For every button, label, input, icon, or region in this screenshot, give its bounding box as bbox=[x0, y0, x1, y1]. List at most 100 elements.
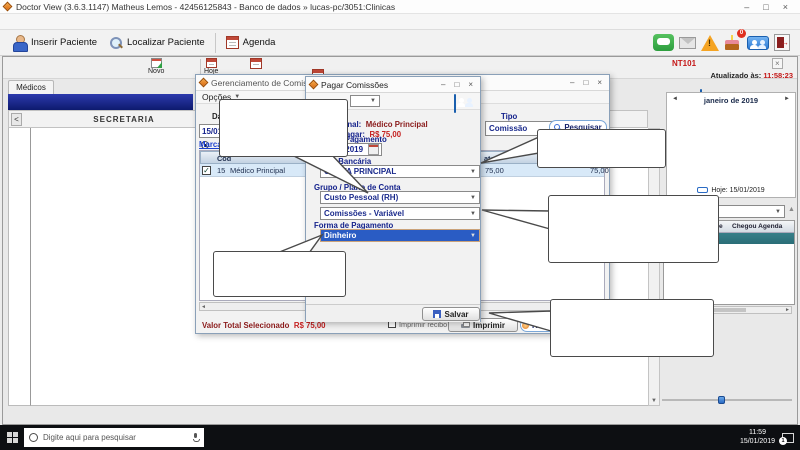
bottom-tabs bbox=[8, 407, 788, 421]
microphone-icon[interactable] bbox=[193, 433, 197, 442]
warning-icon[interactable] bbox=[701, 35, 719, 51]
inserir-paciente-button[interactable]: Inserir Paciente bbox=[6, 33, 103, 53]
patient-icon bbox=[12, 35, 27, 51]
minimize-icon[interactable]: – bbox=[744, 0, 749, 14]
printer-icon bbox=[461, 322, 470, 329]
calendar-view-icon[interactable] bbox=[250, 58, 262, 69]
maximize-icon[interactable]: □ bbox=[583, 78, 588, 87]
calendar-icon bbox=[206, 58, 217, 68]
conta-bancaria-select[interactable]: CONTA PRINCIPAL ▼ bbox=[320, 165, 480, 178]
agenda-vertical-scrollbar[interactable]: ▲ ▼ bbox=[648, 128, 660, 406]
grupo-plano-value: Custo Pessoal (RH) bbox=[324, 193, 398, 202]
doctor-view-app-icon bbox=[3, 2, 13, 12]
maximize-icon[interactable]: □ bbox=[454, 80, 459, 89]
calendar-title: janeiro de 2019 bbox=[667, 96, 795, 105]
tab-medicos[interactable]: Médicos bbox=[8, 80, 54, 94]
clock-time: 11:59 bbox=[749, 429, 766, 436]
coin-icon bbox=[522, 322, 529, 329]
birthday-badge: 0 bbox=[737, 29, 746, 38]
slider-thumb[interactable] bbox=[718, 396, 725, 404]
minimize-icon[interactable]: – bbox=[570, 78, 574, 87]
chevron-down-icon: ▼ bbox=[470, 169, 476, 175]
callout-tipo-despesa bbox=[548, 195, 719, 263]
mdi-close-icon[interactable]: × bbox=[772, 58, 783, 69]
room-code: NT101 bbox=[672, 59, 696, 68]
save-icon bbox=[433, 310, 441, 318]
minimize-icon[interactable]: – bbox=[441, 80, 445, 89]
hoje-button[interactable]: Hoje bbox=[204, 58, 218, 75]
agenda-label: Agenda bbox=[243, 37, 276, 48]
total-value: R$ 75,00 bbox=[294, 321, 326, 330]
chevron-down-icon: ▼ bbox=[470, 195, 476, 201]
tipo-value: Comissão bbox=[489, 124, 527, 133]
header-fragment: e bbox=[719, 223, 723, 230]
novo-label: Novo bbox=[148, 68, 164, 75]
column-valor-1[interactable]: ato bbox=[484, 154, 495, 163]
callout-forma-pagamento bbox=[213, 251, 346, 297]
system-tray: 11:59 15/01/2019 1 bbox=[733, 429, 800, 446]
date-picker-icon[interactable] bbox=[368, 144, 379, 155]
app-title: Doctor View (3.6.3.1147) Matheus Lemos -… bbox=[16, 2, 395, 12]
scroll-right-icon[interactable]: ► bbox=[785, 307, 790, 313]
contacts-icon[interactable] bbox=[454, 94, 456, 113]
main-toolbar: Inserir Paciente Localizar Paciente Agen… bbox=[0, 30, 800, 56]
zoom-slider[interactable] bbox=[662, 396, 792, 404]
column-title: SECRETARIA bbox=[49, 115, 199, 124]
forma-pagamento-select[interactable]: Dinheiro▼ bbox=[320, 229, 480, 242]
salvar-button[interactable]: Salvar bbox=[422, 307, 480, 321]
chevron-down-icon: ▼ bbox=[775, 209, 781, 215]
total-label: Valor Total Selecionado bbox=[202, 321, 289, 330]
taskbar-clock[interactable]: 11:59 15/01/2019 bbox=[740, 429, 775, 446]
slider-track bbox=[662, 399, 792, 401]
dialog-footer: Salvar bbox=[306, 304, 480, 322]
start-button[interactable] bbox=[0, 425, 24, 450]
calendar-next-icon[interactable]: ► bbox=[784, 96, 790, 102]
callout-conta-bancaria bbox=[537, 129, 666, 168]
dialog-icon bbox=[309, 80, 319, 90]
close-icon[interactable]: × bbox=[783, 0, 788, 14]
close-icon[interactable]: × bbox=[468, 80, 473, 89]
chevron-down-icon: ▼ bbox=[470, 233, 476, 239]
row-cod: 15 bbox=[217, 166, 225, 175]
contacts-icon[interactable] bbox=[747, 36, 769, 50]
options-select[interactable]: ▼ bbox=[350, 95, 380, 107]
dialog-titlebar[interactable]: Pagar Comissões – □ × bbox=[306, 77, 480, 93]
row-checkbox[interactable]: ✓ bbox=[202, 166, 211, 175]
scroll-down-icon[interactable]: ▼ bbox=[651, 398, 657, 404]
search-placeholder: Digite aqui para pesquisar bbox=[43, 433, 188, 442]
salvar-label: Salvar bbox=[444, 310, 468, 319]
close-icon[interactable]: × bbox=[597, 78, 602, 87]
grupo-plano-select[interactable]: Custo Pessoal (RH) ▼ bbox=[320, 191, 480, 204]
scroll-left-icon[interactable]: ◄ bbox=[201, 304, 206, 310]
tipo-despesa-select[interactable]: Comissões - Variável▼ bbox=[320, 207, 480, 220]
chevron-down-icon: ▼ bbox=[470, 211, 476, 217]
chat-icon[interactable] bbox=[653, 34, 674, 51]
notification-badge: 1 bbox=[779, 437, 787, 445]
updated-label: Atualizado às: bbox=[710, 71, 761, 80]
taskbar-search-input[interactable]: Digite aqui para pesquisar bbox=[24, 428, 204, 447]
novo-button[interactable]: Novo bbox=[148, 58, 164, 75]
maximize-icon[interactable]: □ bbox=[763, 0, 768, 14]
cortana-icon bbox=[29, 433, 38, 442]
callout-salvar bbox=[550, 299, 714, 357]
conta-bancaria-value: CONTA PRINCIPAL bbox=[324, 167, 396, 176]
row-professional: Médico Principal bbox=[230, 166, 285, 175]
windows-icon bbox=[7, 432, 18, 443]
updated-status: Atualizado às: 11:58:23 bbox=[653, 71, 793, 80]
inserir-paciente-label: Inserir Paciente bbox=[31, 37, 97, 48]
callout-grupo-de-conta bbox=[219, 99, 348, 157]
calendar-today[interactable]: Hoje: 15/01/2019 bbox=[667, 187, 795, 194]
agenda-button[interactable]: Agenda bbox=[220, 34, 282, 51]
selected-doctor-bar bbox=[8, 94, 193, 110]
search-icon bbox=[109, 36, 123, 50]
birthday-cake-icon[interactable]: 0 bbox=[724, 34, 742, 51]
scroll-up-icon[interactable]: ▲ bbox=[788, 206, 795, 213]
column-back-button[interactable]: < bbox=[11, 113, 22, 126]
localizar-paciente-button[interactable]: Localizar Paciente bbox=[103, 34, 211, 52]
updated-time: 11:58:23 bbox=[763, 71, 793, 80]
notification-icon[interactable]: 1 bbox=[782, 433, 794, 443]
mail-icon[interactable] bbox=[679, 37, 696, 49]
exit-icon[interactable] bbox=[774, 34, 790, 51]
row-valor-1: 75,00 bbox=[485, 166, 504, 175]
header-chegou-agenda: Chegou Agenda bbox=[732, 223, 782, 230]
